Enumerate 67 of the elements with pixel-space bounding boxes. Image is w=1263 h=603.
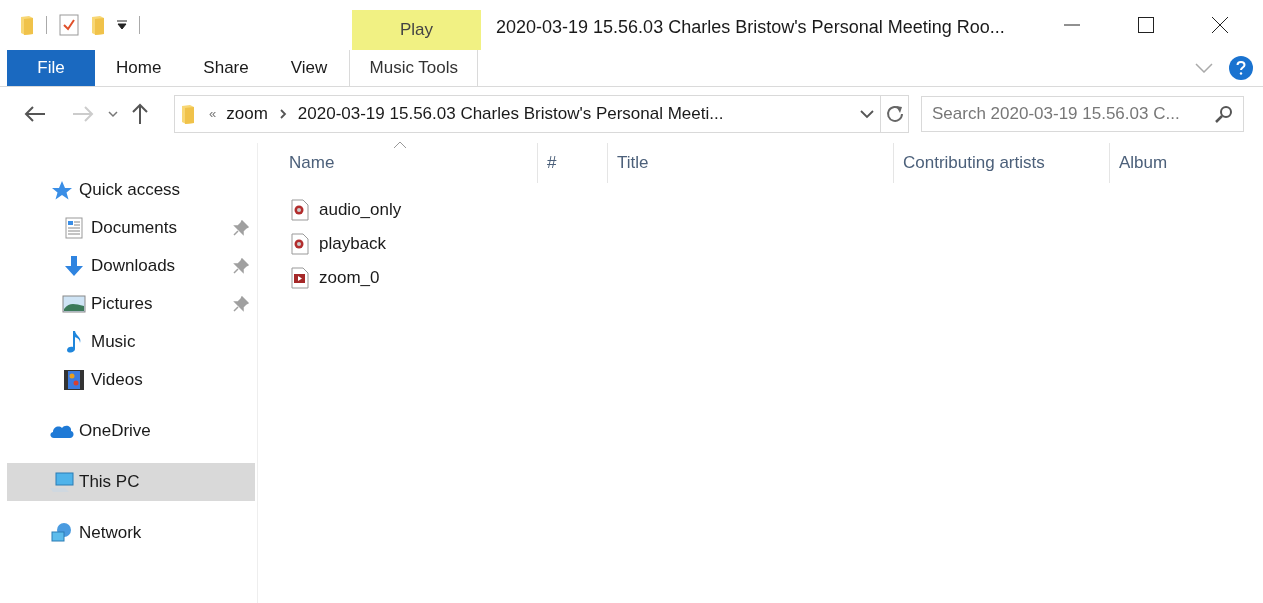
chevron-right-icon[interactable] [278,108,287,120]
checklist-icon[interactable] [59,14,79,36]
computer-icon [49,471,75,493]
nav-label: Music [91,331,136,354]
nav-label: Documents [91,217,177,240]
help-icon[interactable] [1229,56,1253,80]
column-header[interactable]: Album [1110,143,1230,183]
cloud-icon [49,423,75,439]
ribbon-tab[interactable]: Share [182,50,270,86]
nav-label: Network [79,522,142,545]
nav-label: This PC [79,471,140,494]
nav-item[interactable]: Videos [7,361,255,399]
music-note-icon [65,330,83,354]
network-icon [50,522,74,544]
ribbon-tab[interactable]: Home [95,50,183,86]
file-tab[interactable]: File [7,50,95,86]
maximize-icon[interactable] [1137,16,1155,34]
video-file-icon [291,267,309,289]
column-header[interactable]: Title [608,143,894,183]
pin-icon[interactable] [233,258,249,274]
download-arrow-icon [64,255,84,277]
audio-file-icon [291,199,309,221]
column-header[interactable]: Name [280,143,538,183]
breadcrumb[interactable]: 2020-03-19 15.56.03 Charles Bristow's Personal Meeti... [297,101,724,127]
refresh-icon[interactable] [885,105,904,123]
nav-label: Downloads [91,255,176,278]
breadcrumb[interactable]: zoom [226,101,268,127]
up-arrow-icon[interactable] [132,103,148,125]
nav-item[interactable]: Network [7,514,255,552]
document-icon [65,217,83,239]
window-title: 2020-03-19 15.56.03 Charles Bristow's Personal Meeting Roo... [496,16,1005,39]
pin-icon[interactable] [233,220,249,236]
nav-item[interactable]: Quick access [7,171,255,209]
contextual-tab-header: Play [352,10,481,50]
address-bar[interactable]: « zoom 2020-03-19 15.56.03 Charles Bristow's Personal Meeti... [174,95,909,133]
landscape-icon [62,295,86,313]
column-header[interactable]: # [538,143,608,183]
dropdown-icon[interactable] [117,20,127,30]
nav-item[interactable]: Music [7,323,255,361]
file-row[interactable]: playback [280,227,538,261]
chevron-down-icon[interactable] [108,110,118,118]
nav-label: Quick access [79,179,181,202]
sort-caret-icon[interactable] [393,141,408,149]
file-row[interactable]: audio_only [280,193,538,227]
nav-label: Videos [91,369,143,392]
contextual-tab[interactable]: Music Tools [349,50,479,86]
overflow-chevron[interactable]: « [209,104,217,124]
search-field[interactable]: Search 2020-03-19 15.56.03 C... [921,96,1244,132]
close-icon[interactable] [1211,16,1229,34]
search-icon[interactable] [1215,105,1233,123]
nav-label: OneDrive [79,420,151,443]
chevron-down-icon[interactable] [860,109,874,119]
search-input[interactable]: Search 2020-03-19 15.56.03 C... [932,101,1215,127]
ribbon-tab[interactable]: View [269,50,349,86]
star-icon [51,180,73,200]
nav-label: Pictures [91,293,153,316]
file-row[interactable]: zoom_0 [280,261,538,295]
column-header[interactable]: Contributing artists [894,143,1110,183]
nav-item[interactable]: Documents [7,209,255,247]
audio-file-icon [291,233,309,255]
pin-icon[interactable] [233,296,249,312]
nav-item[interactable]: OneDrive [7,412,255,450]
nav-item[interactable]: Downloads [7,247,255,285]
film-icon [63,369,85,391]
nav-item[interactable]: This PC [7,463,255,501]
nav-item[interactable]: Pictures [7,285,255,323]
back-arrow-icon[interactable] [24,106,46,122]
